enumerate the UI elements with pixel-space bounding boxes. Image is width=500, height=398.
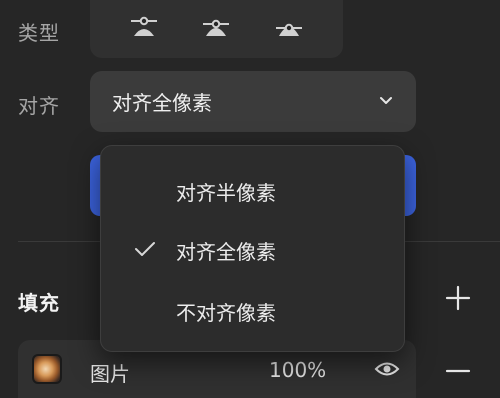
fill-opacity-value[interactable]: 100%: [269, 358, 326, 382]
fill-item-name: 图片: [90, 362, 130, 386]
type-button-center[interactable]: [196, 7, 236, 47]
fill-section-title: 填充: [18, 291, 60, 315]
align-select-value: 对齐全像素: [112, 91, 212, 115]
menu-item-label: 对齐全像素: [176, 239, 276, 264]
minus-icon[interactable]: [444, 357, 472, 385]
eye-icon[interactable]: [374, 358, 400, 380]
type-button-bottom[interactable]: [269, 7, 309, 47]
type-label: 类型: [18, 21, 60, 45]
type-button-group: [90, 0, 343, 58]
type-button-top[interactable]: [124, 7, 164, 47]
image-thumbnail[interactable]: [32, 354, 62, 384]
menu-item-full-pixel[interactable]: 对齐全像素: [101, 222, 404, 278]
menu-item-no-pixel-align[interactable]: 不对齐像素: [101, 283, 404, 339]
align-bottom-anchor-icon: [275, 23, 302, 36]
menu-item-label: 对齐半像素: [176, 180, 276, 205]
chevron-down-icon: [380, 97, 392, 104]
align-label: 对齐: [18, 94, 60, 118]
align-select[interactable]: 对齐全像素: [90, 71, 416, 132]
align-dropdown-menu: 对齐半像素 对齐全像素 不对齐像素: [100, 145, 405, 352]
plus-icon[interactable]: [444, 284, 472, 312]
align-top-anchor-icon: [131, 16, 158, 36]
align-center-anchor-icon: [203, 19, 230, 36]
menu-item-half-pixel[interactable]: 对齐半像素: [101, 163, 404, 219]
checkmark-icon: [135, 242, 155, 256]
menu-item-label: 不对齐像素: [176, 300, 276, 325]
